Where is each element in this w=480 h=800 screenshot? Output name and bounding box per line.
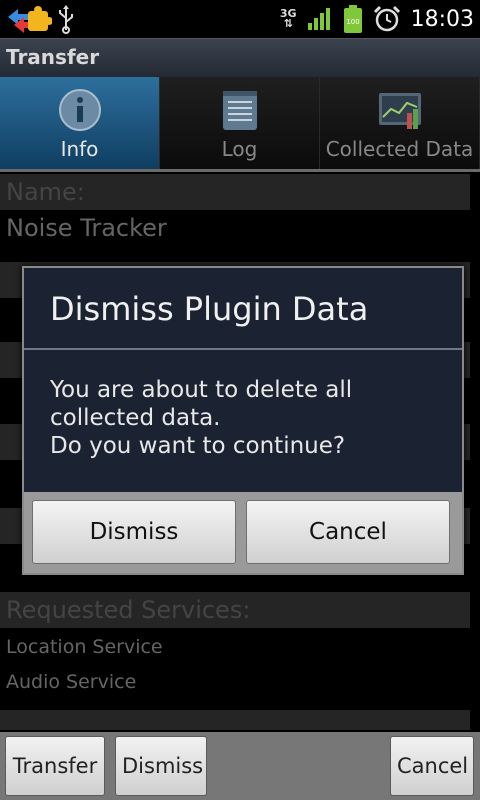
dismiss-button[interactable]: Dismiss xyxy=(115,736,207,796)
network-label: 3G xyxy=(279,7,297,20)
tab-bar: Info Log Collected Data xyxy=(0,77,480,169)
tab-collected-data-label: Collected Data xyxy=(325,137,474,161)
app-title: Transfer xyxy=(6,45,100,69)
alarm-icon xyxy=(373,5,400,32)
dialog-title-bar: Dismiss Plugin Data xyxy=(24,268,462,350)
tab-log[interactable]: Log xyxy=(160,77,320,169)
status-left xyxy=(6,3,76,35)
battery-level: 100 xyxy=(346,18,359,26)
puzzle-plugin-icon xyxy=(8,6,52,33)
battery-icon: 100 xyxy=(343,5,362,33)
network-type: 3G ⇅ xyxy=(279,7,297,30)
transfer-button[interactable]: Transfer xyxy=(5,736,105,796)
tab-info-label: Info xyxy=(60,137,99,161)
tab-info[interactable]: Info xyxy=(0,77,160,169)
cancel-button[interactable]: Cancel xyxy=(390,736,474,796)
title-bar: Transfer xyxy=(0,38,480,77)
clock: 18:03 xyxy=(410,6,474,32)
signal-icon xyxy=(307,8,330,30)
bottom-action-bar: Transfer Dismiss Cancel xyxy=(0,732,480,800)
notepad-icon xyxy=(222,91,257,130)
dismiss-dialog: Dismiss Plugin Data You are about to del… xyxy=(22,266,464,575)
dialog-dismiss-button[interactable]: Dismiss xyxy=(32,500,236,564)
dialog-cancel-button[interactable]: Cancel xyxy=(246,500,450,564)
status-right: 3G ⇅ 100 18:03 xyxy=(280,0,474,38)
usb-icon xyxy=(59,5,73,34)
status-bar: 3G ⇅ 100 18:03 xyxy=(0,0,480,38)
info-icon xyxy=(58,89,101,131)
chart-icon xyxy=(378,93,421,129)
dialog-button-bar: Dismiss Cancel xyxy=(24,492,462,573)
tab-log-label: Log xyxy=(221,137,258,161)
dialog-body: You are about to delete all collected da… xyxy=(24,350,462,492)
dialog-message: You are about to delete all collected da… xyxy=(50,377,353,459)
dialog-title: Dismiss Plugin Data xyxy=(50,290,369,328)
tab-collected-data[interactable]: Collected Data xyxy=(320,77,480,169)
